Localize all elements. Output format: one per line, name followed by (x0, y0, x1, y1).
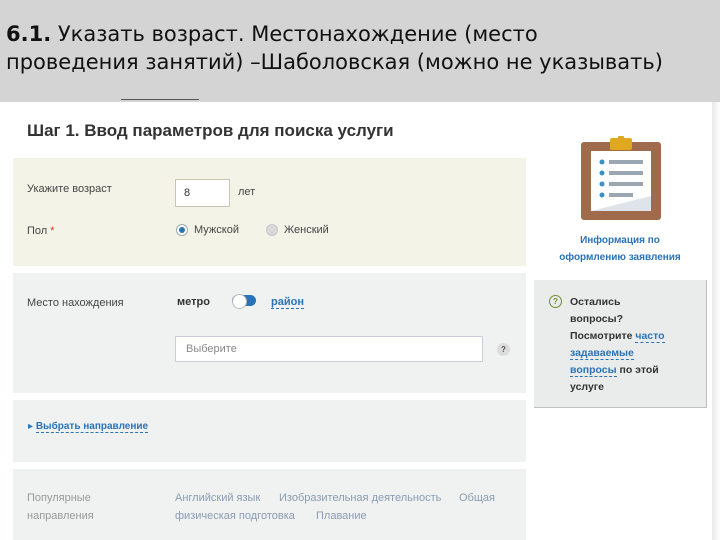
popular-label-line2: направления (27, 510, 94, 522)
info-link-line2: оформлению заявления (559, 252, 681, 263)
gender-female-radio[interactable] (266, 224, 278, 236)
faq-line6: услуге (570, 381, 605, 393)
chevron-right-icon: ▸ (28, 421, 34, 432)
slide-number: 6.1. (6, 22, 52, 46)
location-panel (13, 273, 526, 393)
slide-title: 6.1. Указать возраст. Местонахождение (м… (6, 20, 716, 76)
age-unit: лет (238, 186, 256, 198)
form-title: Шаг 1. Ввод параметров для поиска услуги (27, 121, 394, 140)
choose-direction-link[interactable]: ▸ Выбрать направление (28, 421, 149, 433)
faq-link-asked[interactable]: задаваемые (570, 347, 634, 360)
required-mark: * (50, 225, 55, 237)
popular-directions-panel (13, 469, 526, 540)
slide-title-line1: Указать возраст. Местонахождение (место (57, 22, 538, 46)
location-label: Место нахождения (27, 297, 124, 309)
info-link-line1: Информация по (580, 235, 660, 246)
help-icon[interactable]: ? (497, 343, 510, 356)
faq-line2: вопросы? (570, 313, 623, 325)
age-label: Укажите возраст (27, 183, 112, 195)
header-divider (121, 99, 199, 100)
application-info-link[interactable]: Информация по оформлению заявления (545, 232, 695, 266)
gender-label-text: Пол (27, 225, 48, 237)
popular-link-general[interactable]: Общая (459, 492, 495, 504)
gender-female-label[interactable]: Женский (284, 224, 329, 236)
popular-link-english[interactable]: Английский язык (175, 492, 260, 504)
popular-link-art[interactable]: Изобразительная деятельность (279, 492, 441, 504)
gender-label: Пол * (27, 225, 55, 237)
faq-line1: Остались (570, 296, 621, 308)
slide-title-line2: проведения занятий) –Шаболовская (можно … (6, 50, 663, 74)
popular-link-physical[interactable]: физическая подготовка (175, 510, 295, 522)
faq-link-questions[interactable]: вопросы (570, 364, 617, 377)
gender-male-radio[interactable] (176, 224, 188, 236)
popular-link-swimming[interactable]: Плавание (316, 510, 367, 522)
location-select[interactable]: Выберите (175, 336, 483, 362)
metro-district-toggle[interactable] (232, 294, 256, 309)
gender-male-label[interactable]: Мужской (194, 224, 239, 236)
choose-direction-text: Выбрать направление (35, 421, 149, 433)
question-icon: ? (549, 295, 562, 308)
faq-link-often[interactable]: часто (635, 330, 665, 343)
toggle-metro-label[interactable]: метро (177, 296, 210, 308)
toggle-district-label[interactable]: район (271, 296, 304, 309)
faq-text: Остались вопросы? Посмотрите часто задав… (570, 294, 700, 396)
age-gender-panel (13, 158, 526, 266)
faq-line3: Посмотрите (570, 330, 636, 342)
page-edge-shadow (712, 102, 720, 540)
age-input[interactable]: 8 (175, 179, 230, 207)
popular-label-line1: Популярные (27, 492, 91, 504)
clipboard-icon (581, 136, 661, 220)
faq-line5: по этой (616, 364, 659, 376)
